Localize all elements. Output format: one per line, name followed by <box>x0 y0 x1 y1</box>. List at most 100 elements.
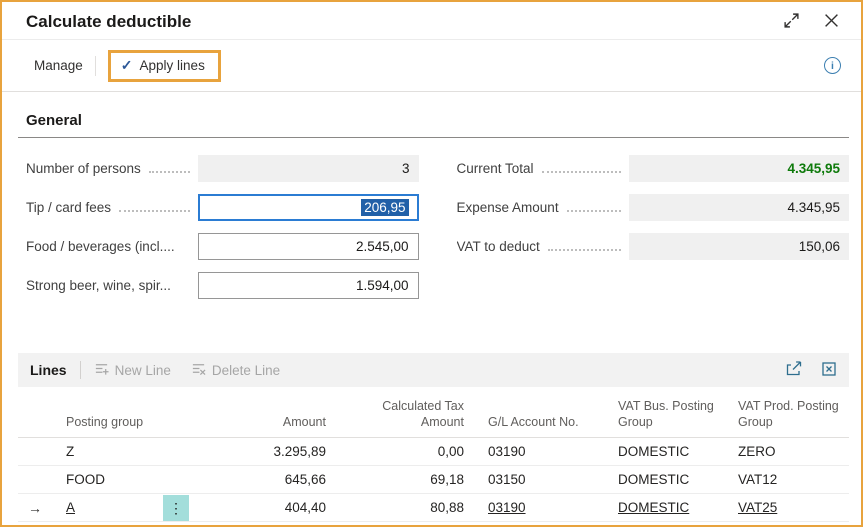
dotted-leader <box>548 249 621 251</box>
cell-calculated-tax-amount: 80,88 <box>338 500 476 515</box>
field-current-total: Current Total 4.345,95 <box>457 153 850 183</box>
header-amount[interactable]: Amount <box>190 415 338 431</box>
new-line-button[interactable]: New Line <box>94 361 171 379</box>
cell-calculated-tax-amount: 69,18 <box>338 472 476 487</box>
field-label-text: Strong beer, wine, spir... <box>26 278 171 293</box>
field-label-text: Tip / card fees <box>26 200 111 215</box>
field-number-of-persons: Number of persons 3 <box>26 153 419 183</box>
toolbar-separator <box>95 56 96 76</box>
lines-toolbar-separator <box>80 361 81 379</box>
fields-right-column: Current Total 4.345,95 Expense Amount 4.… <box>457 153 850 309</box>
cell-gl-account-no: 03190 <box>476 444 598 459</box>
action-toolbar: Manage ✓ Apply lines i <box>2 40 861 92</box>
apply-lines-button[interactable]: ✓ Apply lines <box>108 50 221 82</box>
cell-vat-bus-posting-group: DOMESTIC <box>598 500 718 515</box>
selected-row-arrow-icon: → <box>28 500 42 516</box>
field-label-text: Current Total <box>457 161 534 176</box>
field-label: Expense Amount <box>457 200 629 215</box>
field-tip-card-fees: Tip / card fees 206,95 <box>26 192 419 222</box>
dotted-leader <box>542 171 621 173</box>
posting-group-link[interactable]: A <box>66 500 75 515</box>
info-icon: i <box>824 57 841 74</box>
fields-left-column: Number of persons 3 Tip / card fees 206,… <box>26 153 419 309</box>
page-title: Calculate deductible <box>26 12 759 32</box>
field-label: Number of persons <box>26 161 198 176</box>
cell-vat-bus-posting-group: DOMESTIC <box>598 444 718 459</box>
share-button[interactable] <box>785 361 803 380</box>
cell-vat-prod-posting-group: VAT12 <box>718 472 849 487</box>
table-row[interactable]: FOOD 645,66 69,18 03150 DOMESTIC VAT12 <box>18 466 849 494</box>
vat-to-deduct-value: 150,06 <box>629 233 850 260</box>
lines-bar-icons <box>785 361 837 380</box>
close-button[interactable] <box>824 13 839 31</box>
gl-account-link[interactable]: 03190 <box>488 500 526 515</box>
apply-lines-label: Apply lines <box>140 58 205 73</box>
field-label: Strong beer, wine, spir... <box>26 278 198 293</box>
delete-line-label: Delete Line <box>212 363 280 378</box>
cell-amount: 404,40 <box>190 500 338 515</box>
check-icon: ✓ <box>121 58 133 72</box>
field-label-text: VAT to deduct <box>457 239 540 254</box>
ellipsis-vertical-icon: ⋮ <box>169 501 183 515</box>
cell-amount: 645,66 <box>190 472 338 487</box>
field-label-text: Food / beverages (incl.... <box>26 239 175 254</box>
general-heading: General <box>18 108 849 138</box>
cell-vat-prod-posting-group: ZERO <box>718 444 849 459</box>
open-in-excel-button[interactable] <box>821 361 837 380</box>
strong-beer-wine-input[interactable]: 1.594,00 <box>198 272 419 299</box>
row-options-button[interactable]: ⋮ <box>163 495 189 521</box>
cell-vat-bus-posting-group: DOMESTIC <box>598 472 718 487</box>
header-gl-account-no[interactable]: G/L Account No. <box>476 415 598 431</box>
vat-bus-posting-group-link[interactable]: DOMESTIC <box>618 500 689 515</box>
open-in-excel-icon <box>821 361 837 380</box>
new-line-label: New Line <box>115 363 171 378</box>
header-posting-group[interactable]: Posting group <box>62 415 190 431</box>
selected-text: 206,95 <box>361 199 408 216</box>
header-vat-prod-posting-group[interactable]: VAT Prod. Posting Group <box>718 399 849 430</box>
dotted-leader <box>119 210 190 212</box>
cell-posting-group: FOOD <box>62 472 190 487</box>
field-label: VAT to deduct <box>457 239 629 254</box>
current-total-value: 4.345,95 <box>629 155 850 182</box>
delete-line-button[interactable]: Delete Line <box>191 361 280 379</box>
share-icon <box>785 361 803 380</box>
lines-table: Posting group Amount Calculated Tax Amou… <box>18 387 849 522</box>
field-vat-to-deduct: VAT to deduct 150,06 <box>457 231 850 261</box>
field-label-text: Expense Amount <box>457 200 559 215</box>
calculate-deductible-dialog: Calculate deductible Manage ✓ Apply line… <box>0 0 863 527</box>
expand-button[interactable] <box>783 12 800 32</box>
field-label: Tip / card fees <box>26 200 198 215</box>
dotted-leader <box>567 210 621 212</box>
info-button[interactable]: i <box>824 57 841 74</box>
vat-prod-posting-group-link[interactable]: VAT25 <box>738 500 777 515</box>
cell-gl-account-no: 03150 <box>476 472 598 487</box>
field-expense-amount: Expense Amount 4.345,95 <box>457 192 850 222</box>
cell-posting-group: Z <box>62 444 190 459</box>
field-label-text: Number of persons <box>26 161 141 176</box>
expand-icon <box>783 12 800 32</box>
number-of-persons-value: 3 <box>198 155 419 182</box>
header-calculated-tax-amount[interactable]: Calculated Tax Amount <box>338 399 476 430</box>
manage-menu[interactable]: Manage <box>34 58 83 73</box>
cell-vat-prod-posting-group: VAT25 <box>718 500 849 515</box>
titlebar: Calculate deductible <box>2 2 861 40</box>
table-row[interactable]: Z 3.295,89 0,00 03190 DOMESTIC ZERO <box>18 438 849 466</box>
lines-heading: Lines <box>30 362 67 378</box>
field-label: Current Total <box>457 161 629 176</box>
expense-amount-value: 4.345,95 <box>629 194 850 221</box>
tip-card-fees-input[interactable]: 206,95 <box>198 194 419 221</box>
general-section: General Number of persons 3 Tip / card f… <box>18 108 849 309</box>
general-fields: Number of persons 3 Tip / card fees 206,… <box>26 153 849 309</box>
table-header-row: Posting group Amount Calculated Tax Amou… <box>18 387 849 438</box>
close-icon <box>824 13 839 31</box>
row-indicator: → <box>18 500 62 516</box>
field-food-beverages: Food / beverages (incl.... 2.545,00 <box>26 231 419 261</box>
delete-line-icon <box>191 361 206 379</box>
food-beverages-input[interactable]: 2.545,00 <box>198 233 419 260</box>
field-label: Food / beverages (incl.... <box>26 239 198 254</box>
cell-posting-group: A ⋮ <box>62 495 190 521</box>
header-vat-bus-posting-group[interactable]: VAT Bus. Posting Group <box>598 399 718 430</box>
dotted-leader <box>149 171 190 173</box>
table-row-selected[interactable]: → A ⋮ 404,40 80,88 03190 DOMESTIC VAT25 <box>18 494 849 522</box>
cell-amount: 3.295,89 <box>190 444 338 459</box>
